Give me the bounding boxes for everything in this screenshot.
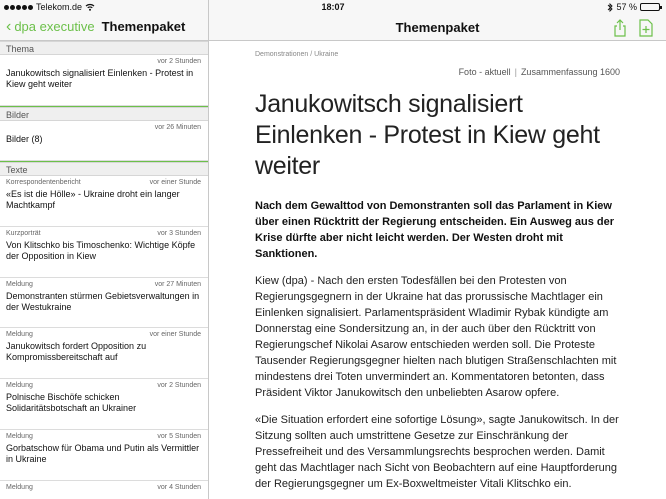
list-item[interactable]: Korrespondentenbericht vor einer Stunde … [0,176,208,227]
item-time: vor 27 Minuten [154,281,201,288]
section-header-thema: Thema [0,41,208,55]
article-nav-title: Themenpaket [395,20,480,35]
status-time: 18:07 [321,2,345,12]
list-item[interactable]: Meldung vor 27 Minuten Demonstranten stü… [0,278,208,328]
item-time: vor 4 Stunden [157,484,201,491]
battery-percent: 57 % [616,2,637,12]
section-header-bilder: Bilder [0,107,208,121]
item-time: vor 5 Stunden [157,433,201,440]
item-time: vor einer Stunde [149,331,201,338]
item-title: Gorbatschow für Obama und Putin als Verm… [6,443,200,464]
list-item[interactable]: Meldung vor 2 Stunden Polnische Bischöfe… [0,379,208,430]
breadcrumb[interactable]: Demonstrationen / Ukraine [255,51,620,61]
article-lead: Nach dem Gewalttod von Demonstranten sol… [255,200,614,260]
item-title: Demonstranten stürmen Gebietsverwaltunge… [6,291,200,312]
list-item[interactable]: Kurzporträt vor 3 Stunden Von Klitschko … [0,227,208,278]
battery-info: 57 % [607,2,662,12]
meta-category: Foto - aktuell [458,67,511,77]
sidebar: Thema vor 2 Stunden Janukowitsch signali… [0,41,208,499]
item-time: vor einer Stunde [149,179,201,186]
item-title: Janukowitsch signalisiert Einlenken - Pr… [6,68,194,89]
bluetooth-icon [608,2,614,12]
add-icon[interactable] [636,18,656,38]
list-item[interactable]: Meldung vor 4 Stunden [0,481,208,499]
sidebar-title: Themenpaket [101,19,186,34]
article-meta: Foto - aktuell | Zusammenfassung 1600 [255,67,620,79]
item-title: «Es ist die Hölle» - Ukraine droht ein l… [6,189,180,210]
section-header-texte: Texte [0,162,208,176]
item-title: Janukowitsch fordert Opposition zu Kompr… [6,341,147,362]
status-bar: Telekom.de 18:07 57 % [0,0,666,14]
list-item[interactable]: vor 26 Minuten Bilder (8) [0,121,208,161]
list-item[interactable]: vor 2 Stunden Janukowitsch signalisiert … [0,55,208,106]
chevron-left-icon: ‹ [6,17,12,35]
share-icon[interactable] [610,18,630,38]
article-paragraph: Kiew (dpa) - Nach den ersten Todesfällen… [255,275,617,399]
article-headline: Janukowitsch signalisiert Einlenken - Pr… [255,90,600,180]
item-title: Polnische Bischöfe schicken Solidaritäts… [6,392,137,413]
sidebar-navbar: ‹ dpa executive Themenpaket [0,14,209,41]
list-item[interactable]: Meldung vor 5 Stunden Gorbatschow für Ob… [0,430,208,481]
item-time: vor 2 Stunden [157,382,201,389]
battery-icon [640,3,662,11]
back-label[interactable]: dpa executive [14,19,94,34]
back-button[interactable]: ‹ dpa executive Themenpaket [6,17,186,35]
meta-separator: | [514,67,517,77]
article-pane: Demonstrationen / Ukraine Foto - aktuell… [209,41,666,499]
meta-length: Zusammenfassung 1600 [520,67,620,77]
article-navbar: Themenpaket [209,14,666,41]
item-time: vor 3 Stunden [157,230,201,237]
item-time: vor 26 Minuten [154,124,201,131]
article-paragraph: «Die Situation erfordert eine sofortige … [255,414,619,490]
item-time: vor 2 Stunden [157,58,201,65]
item-title: Bilder (8) [6,134,43,144]
list-item[interactable]: Meldung vor einer Stunde Janukowitsch fo… [0,328,208,379]
item-title: Von Klitschko bis Timoschenko: Wichtige … [6,240,196,261]
